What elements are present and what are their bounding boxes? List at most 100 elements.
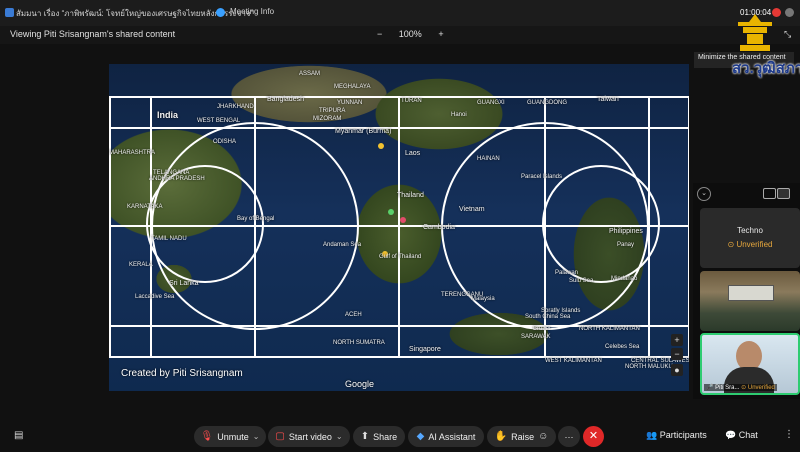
ai-assistant-button[interactable]: ◆ AI Assistant: [408, 426, 484, 447]
map-label: Malaysia: [471, 296, 495, 302]
more-options-button[interactable]: ···: [558, 426, 580, 447]
map-label: NORTH SUMATRA: [333, 340, 385, 346]
camera-off-icon: ▢: [275, 431, 285, 442]
chevron-down-icon[interactable]: ⌄: [336, 432, 343, 441]
map-label: Sri Lanka: [169, 280, 199, 287]
reactions-icon[interactable]: ☺: [538, 431, 548, 442]
zoom-in-button[interactable]: +: [438, 29, 443, 39]
map-label: SARAWAK: [521, 334, 551, 340]
grid-circle-small: [542, 165, 660, 283]
map-zoom-out-icon[interactable]: −: [671, 348, 683, 360]
speaker-label: 🎤 Piti Sra... ⊙ Unverified: [704, 384, 777, 391]
share-view-bar: Viewing Piti Srisangnam's shared content…: [0, 26, 800, 44]
map-label: Philippines: [609, 228, 643, 235]
map-label: Mindanao: [611, 276, 638, 282]
participant-name: Techno: [737, 226, 763, 235]
participant-tile[interactable]: Techno ⊙ Unverified: [700, 208, 800, 268]
map-label: Gulf of Thailand: [379, 254, 422, 260]
microphone-muted-icon: 🎙: [200, 431, 214, 442]
unmute-button[interactable]: 🎙 Unmute ⌄: [194, 426, 266, 447]
raise-hand-button[interactable]: ✋ Raise ☺: [487, 426, 556, 447]
chat-button[interactable]: 💬 Chat: [725, 430, 758, 441]
map-label: WEST BENGAL: [197, 118, 241, 124]
meeting-toolbar: ▤ 🎙 Unmute ⌄ ▢ Start video ⌄ ⬆ Share ◆ A…: [0, 421, 800, 452]
map-label: GUANGDONG: [527, 100, 568, 106]
share-icon: ⬆: [360, 431, 370, 442]
map-label: MEGHALAYA: [334, 84, 371, 90]
close-icon: ✕: [588, 430, 599, 442]
more-options-icon: ···: [564, 431, 574, 442]
participants-button[interactable]: 👥 Participants: [646, 430, 707, 441]
map-label: Cambodia: [423, 224, 455, 231]
raise-label: Raise: [511, 431, 535, 442]
room-screen: [728, 285, 774, 301]
shared-map: India Bangladesh ASSAM MEGHALAYA JHARKHAND WE…: [109, 64, 689, 391]
senate-emblem-icon: [738, 14, 772, 51]
map-label: YUNNAN: [337, 100, 363, 106]
webex-app-icon: [5, 8, 14, 17]
map-label: TRIPURA: [319, 108, 346, 114]
map-label: Thailand: [397, 192, 424, 199]
start-video-button[interactable]: ▢ Start video ⌄: [268, 426, 350, 447]
active-speaker-tile[interactable]: 🎤 Piti Sra... ⊙ Unverified: [700, 333, 800, 395]
leave-meeting-button[interactable]: ✕: [583, 426, 604, 447]
share-label: Share: [373, 431, 398, 442]
unmute-label: Unmute: [217, 431, 249, 442]
meeting-info-button[interactable]: Meeting Info: [230, 7, 274, 16]
map-label: Celebes Sea: [605, 344, 640, 350]
map-pin-icon: [378, 143, 384, 149]
participants-label: Participants: [659, 430, 707, 440]
google-attribution: Google: [345, 379, 375, 389]
map-label: Brunei: [533, 326, 551, 332]
map-label: MAHARASHTRA: [109, 150, 156, 156]
chat-label: Chat: [738, 430, 758, 440]
pegman-icon[interactable]: ●: [671, 364, 683, 376]
map-label: TAMIL NADU: [151, 236, 187, 242]
chevron-down-icon[interactable]: ⌄: [253, 432, 260, 441]
share-button[interactable]: ⬆ Share: [353, 426, 405, 447]
layout-grid-icon[interactable]: [777, 188, 790, 199]
map-pin-icon: [400, 217, 406, 223]
map-label: HAINAN: [477, 156, 500, 162]
map-label: ASSAM: [299, 71, 321, 77]
map-zoom-in-icon[interactable]: +: [671, 334, 683, 346]
map-label: Spratly Islands: [541, 308, 581, 314]
map-label: Andaman Sea: [323, 242, 362, 248]
map-label: Panay: [617, 242, 635, 248]
map-pin-icon: [388, 209, 394, 215]
start-video-label: Start video: [288, 431, 332, 442]
title-bar: สัมมนา เรื่อง “ภาพิพรัฒน์: โจทย์ใหญ่ของเ…: [0, 0, 800, 26]
map-label: Bangladesh: [267, 96, 304, 103]
more-options-icon[interactable]: ⋮: [784, 429, 794, 440]
map-label: KERALA: [129, 262, 153, 268]
shield-icon: [216, 8, 225, 17]
map-label: Sulu Sea: [569, 278, 594, 284]
map-label: Bay of Bengal: [237, 216, 275, 222]
map-label: KARNATAKA: [127, 204, 163, 210]
layout-single-icon[interactable]: [763, 188, 776, 199]
map-label: NORTH KALIMANTAN: [579, 326, 640, 332]
map-label: Taiwan: [597, 96, 619, 103]
viewing-label: Viewing Piti Srisangnam's shared content: [10, 29, 176, 39]
map-label: ANDHRA PRADESH: [149, 176, 205, 182]
map-label: MIZORAM: [313, 116, 342, 122]
map-label: Hanoi: [451, 112, 467, 118]
senate-logo-text: สว.วุฒิสภา: [732, 60, 800, 77]
map-label: Paracel Islands: [521, 174, 563, 180]
window-close-icon[interactable]: [785, 8, 794, 17]
map-label: ACEH: [345, 312, 362, 318]
captions-icon[interactable]: ▤: [14, 430, 23, 441]
map-label: JHARKHAND: [217, 104, 254, 110]
map-label: TURAN: [401, 98, 422, 104]
ai-assistant-label: AI Assistant: [428, 431, 476, 442]
senate-logo: สว.วุฒิสภา: [730, 12, 800, 94]
map-label: WEST KALIMANTAN: [545, 358, 602, 364]
participant-tile[interactable]: [700, 271, 800, 331]
map-credit: Created by Piti Srisangnam: [121, 368, 243, 379]
zoom-out-button[interactable]: −: [377, 29, 382, 39]
zoom-control: − 100% +: [370, 29, 451, 39]
collapse-panel-icon[interactable]: ⌄: [697, 187, 711, 201]
map-label: India: [157, 110, 179, 120]
map-label: South China Sea: [525, 314, 571, 320]
minimize-share-icon[interactable]: ⤡: [784, 29, 791, 40]
